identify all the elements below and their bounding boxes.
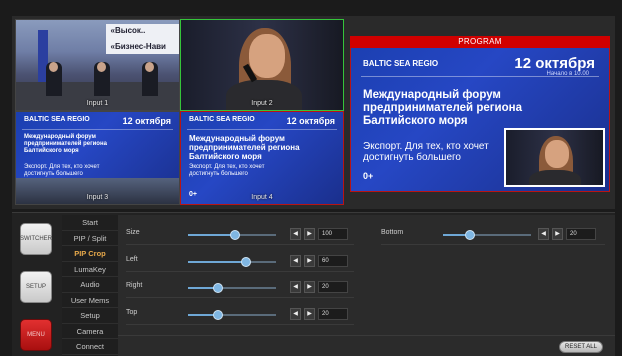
- bottom-increment-button[interactable]: ▶: [552, 228, 563, 240]
- bottom-decrement-button[interactable]: ◀: [538, 228, 549, 240]
- speaker-body: [529, 170, 582, 185]
- input-1-tile[interactable]: «Высок.. «Бизнес-Нави Input 1: [15, 19, 180, 111]
- banner-text-2: «Бизнес-Нави: [110, 42, 166, 51]
- program-time: Начало в 10.00: [546, 71, 589, 77]
- input-3-tile[interactable]: BALTIC SEA REGIO 12 октября Международны…: [15, 111, 180, 205]
- top-value-field[interactable]: 20: [318, 308, 348, 320]
- left-row: Left ◀ ▶ 60: [126, 253, 356, 272]
- slide-date: 12 октября: [122, 116, 171, 126]
- speaker-face: [544, 140, 569, 168]
- row-divider: [126, 244, 354, 245]
- size-slider-fill: [188, 234, 235, 236]
- size-increment-button[interactable]: ▶: [304, 228, 315, 240]
- left-label: Left: [126, 256, 138, 263]
- program-age-rating: 0+: [363, 171, 374, 181]
- top-decrement-button[interactable]: ◀: [290, 308, 301, 320]
- top-row: Top ◀ ▶ 20: [126, 306, 356, 325]
- menu-item-setup[interactable]: Setup: [62, 308, 118, 324]
- bottom-label: Bottom: [381, 229, 404, 236]
- switcher-button[interactable]: SWITCHER: [20, 223, 52, 255]
- menu-button[interactable]: MENU: [20, 319, 52, 351]
- reset-all-button[interactable]: RESET ALL: [559, 341, 603, 353]
- pip-crop-panel: Size ◀ ▶ 100 Left ◀ ▶ 60 Right ◀ ▶ 20 To…: [118, 215, 615, 335]
- size-slider-knob[interactable]: [229, 230, 240, 240]
- program-output: BALTIC SEA REGIO 12 октября Начало в 10.…: [350, 36, 610, 192]
- input-label: Input 3: [86, 194, 109, 201]
- input-2-tile[interactable]: Input 2: [180, 19, 344, 111]
- slide-logo: BALTIC SEA REGIO: [189, 116, 255, 123]
- right-increment-button[interactable]: ▶: [304, 281, 315, 293]
- program-date: 12 октября: [514, 55, 595, 72]
- program-label: PROGRAM: [350, 36, 610, 48]
- input-label: Input 4: [251, 194, 273, 201]
- speaker-head: [49, 62, 58, 72]
- input-label: Input 1: [86, 100, 109, 107]
- slide-logo: BALTIC SEA REGIO: [24, 116, 90, 123]
- program-logo: BALTIC SEA REGIO: [363, 59, 439, 68]
- row-divider: [126, 297, 354, 298]
- menu-item-pip-split[interactable]: PIP / Split: [62, 231, 118, 246]
- menu-item-camera[interactable]: Camera: [62, 324, 118, 339]
- slide-subtitle: Экспорт. Для тех, кто хочет достигнуть б…: [24, 164, 100, 177]
- function-menu: Start PIP / Split PIP Crop LumaKey Audio…: [62, 215, 118, 356]
- menu-item-start[interactable]: Start: [62, 215, 118, 231]
- top-slider-knob[interactable]: [212, 310, 223, 320]
- left-decrement-button[interactable]: ◀: [290, 255, 301, 267]
- menu-item-pip-crop[interactable]: PIP Crop: [62, 246, 118, 262]
- bottom-slider-knob[interactable]: [465, 230, 476, 240]
- left-slider-knob[interactable]: [241, 257, 252, 267]
- slide-title: Международный форум предпринимателей рег…: [189, 134, 300, 161]
- size-value-field[interactable]: 100: [318, 228, 348, 240]
- reset-bar: RESET ALL: [118, 335, 615, 356]
- input-label: Input 2: [251, 100, 273, 107]
- control-area: SWITCHER SETUP MENU Start PIP / Split PI…: [12, 212, 615, 356]
- speaker-face: [249, 34, 286, 78]
- size-row: Size ◀ ▶ 100: [126, 226, 356, 245]
- right-label: Right: [126, 282, 143, 289]
- program-title: Международный форум предпринимателей рег…: [363, 89, 522, 127]
- left-button-column: SWITCHER SETUP MENU: [12, 213, 62, 356]
- left-increment-button[interactable]: ▶: [304, 255, 315, 267]
- right-value-field[interactable]: 20: [318, 281, 348, 293]
- right-row: Right ◀ ▶ 20: [126, 279, 356, 298]
- left-value-field[interactable]: 60: [318, 255, 348, 267]
- pip-window: [504, 128, 605, 187]
- app-root: «Высок.. «Бизнес-Нави Input 1 Input 2 BA…: [0, 0, 622, 356]
- right-slider-knob[interactable]: [212, 283, 223, 293]
- speaker-head: [97, 62, 106, 72]
- top-label: Top: [126, 309, 138, 316]
- slide-title: Международный форум предпринимателей рег…: [24, 134, 107, 154]
- speaker-head: [145, 62, 154, 72]
- menu-item-lumakey[interactable]: LumaKey: [62, 262, 118, 277]
- menu-item-connect[interactable]: Connect: [62, 339, 118, 355]
- slide-date: 12 октября: [286, 116, 335, 126]
- menu-item-user-mems[interactable]: User Mems: [62, 293, 118, 308]
- input-4-tile[interactable]: BALTIC SEA REGIO 12 октября Международны…: [180, 111, 344, 205]
- program-subtitle: Экспорт. Для тех, кто хочет достигнуть б…: [363, 141, 489, 163]
- left-slider-fill: [188, 261, 247, 263]
- row-divider: [381, 244, 605, 245]
- row-divider: [126, 271, 354, 272]
- top-increment-button[interactable]: ▶: [304, 308, 315, 320]
- right-decrement-button[interactable]: ◀: [290, 281, 301, 293]
- slide-subtitle: Экспорт. Для тех, кто хочет достигнуть б…: [189, 164, 265, 177]
- setup-button[interactable]: SETUP: [20, 271, 52, 303]
- row-divider: [126, 324, 354, 325]
- size-label: Size: [126, 229, 140, 236]
- size-decrement-button[interactable]: ◀: [290, 228, 301, 240]
- menu-item-audio[interactable]: Audio: [62, 277, 118, 293]
- bottom-row: Bottom ◀ ▶ 20: [381, 226, 611, 245]
- bottom-value-field[interactable]: 20: [566, 228, 596, 240]
- banner-text-1: «Высок..: [110, 26, 146, 35]
